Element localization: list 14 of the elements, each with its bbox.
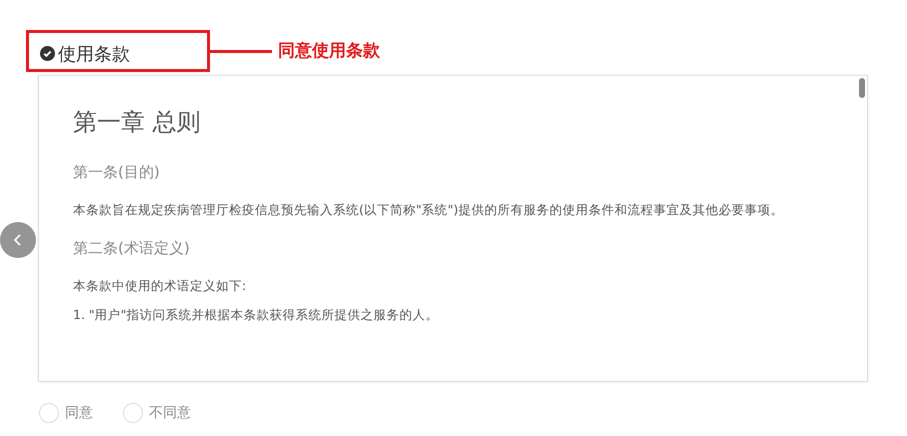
chapter-heading: 第一章 总则 xyxy=(73,107,202,138)
article-text: 1. "用户"指访问系统并根据本条款获得系统所提供之服务的人。 xyxy=(73,307,440,324)
article-text: 本条款中使用的术语定义如下: xyxy=(73,278,248,295)
article-title: 第一条(目的) xyxy=(73,163,161,182)
leader-line xyxy=(210,50,272,53)
previous-button[interactable] xyxy=(0,222,36,258)
article-title: 第二条(术语定义) xyxy=(73,239,191,258)
radio-button[interactable] xyxy=(39,403,59,423)
option-label[interactable]: 不同意 xyxy=(149,404,191,422)
callout-label: 同意使用条款 xyxy=(278,40,380,62)
article-text: 本条款旨在规定疾病管理厅检疫信息预先输入系统(以下简称"系统")提供的所有服务的使用条件和流程事宜及其他必要事项。 xyxy=(73,202,784,219)
option-label[interactable]: 同意 xyxy=(65,404,93,422)
scrollbar-thumb[interactable] xyxy=(859,78,865,98)
radio-button[interactable] xyxy=(123,403,143,423)
